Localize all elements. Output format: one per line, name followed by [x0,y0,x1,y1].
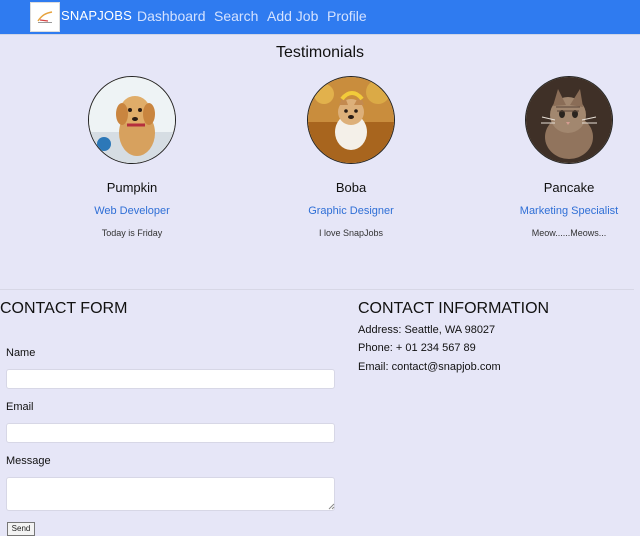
testimonials-title: Testimonials [275,44,365,61]
send-button[interactable]: Send [7,522,35,536]
avatar-pumpkin [88,76,176,164]
name-pancake: Pancake [543,180,595,195]
golden-retriever-puppy-icon [89,77,175,163]
avatar-pancake [525,76,613,164]
role-pumpkin[interactable]: Web Developer [32,205,232,217]
name-pumpkin: Pumpkin [106,180,158,195]
email-text: Email: contact@snapjob.com [358,361,501,373]
name-boba: Boba [335,180,367,195]
nav-profile[interactable]: Profile [327,8,367,24]
message-textarea[interactable] [6,477,335,511]
email-input[interactable] [6,423,335,443]
brand-name[interactable]: SNAPJOBS [61,8,132,23]
logo[interactable] [30,2,60,32]
top-navbar: SNAPJOBS Dashboard Search Add Job Profil… [0,0,640,35]
nav-search[interactable]: Search [214,8,258,24]
contact-information-title: CONTACT INFORMATION [358,300,550,317]
testimonial-card-pancake: Pancake Marketing Specialist Meow......M… [469,76,640,238]
role-boba[interactable]: Graphic Designer [251,205,451,217]
message-label: Message [6,455,51,467]
email-label: Email [6,401,34,413]
resize-handle-icon[interactable] [327,502,335,510]
role-pancake[interactable]: Marketing Specialist [469,205,640,217]
section-divider [0,289,634,290]
snapjobs-logo-icon [37,11,53,23]
nav-add-job[interactable]: Add Job [267,8,318,24]
nav-dashboard[interactable]: Dashboard [137,8,206,24]
avatar-boba [307,76,395,164]
testimonial-card-pumpkin: Pumpkin Web Developer Today is Friday [32,76,232,238]
tabby-cat-icon [526,77,612,163]
quote-boba: I love SnapJobs [318,228,384,238]
corgi-leaves-icon [308,77,394,163]
name-input[interactable] [6,369,335,389]
quote-pumpkin: Today is Friday [101,228,163,238]
testimonial-card-boba: Boba Graphic Designer I love SnapJobs [251,76,451,238]
name-label: Name [6,347,36,359]
quote-pancake: Meow......Meows... [531,228,607,238]
contact-form-title: CONTACT FORM [0,300,128,317]
address-text: Address: Seattle, WA 98027 [358,324,496,336]
phone-text: Phone: + 01 234 567 89 [358,342,476,354]
